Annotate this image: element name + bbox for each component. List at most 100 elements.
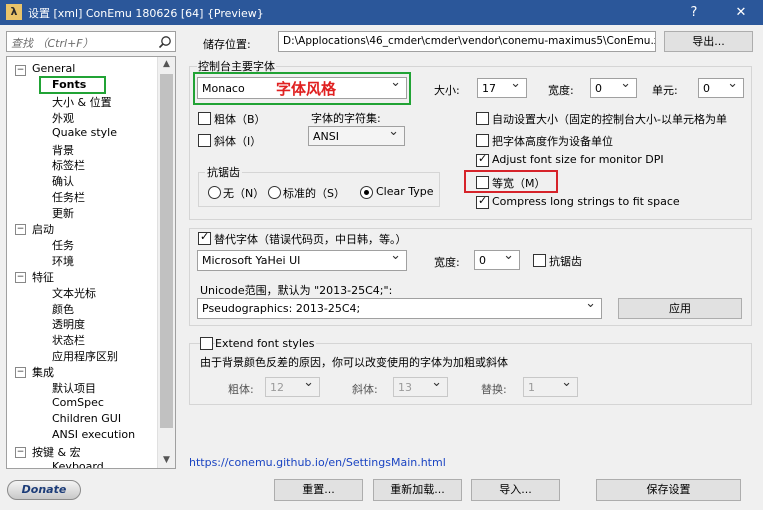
close-button[interactable]: ✕ bbox=[726, 0, 756, 25]
tree-item[interactable]: 大小 & 位置 bbox=[52, 94, 112, 110]
italic-checkbox[interactable] bbox=[198, 134, 211, 147]
tree-item[interactable]: Keyboard bbox=[52, 460, 104, 469]
ext-bold-value: 12 bbox=[270, 381, 284, 394]
monospace-label: 等宽（M） bbox=[492, 177, 546, 190]
adjust-dpi-checkbox[interactable] bbox=[476, 152, 489, 167]
alt-font-select[interactable]: Microsoft YaHei UI bbox=[197, 248, 407, 271]
conemu-app-icon: λ bbox=[6, 4, 22, 20]
help-button[interactable]: ? bbox=[679, 0, 709, 25]
tree-item[interactable]: 特征 bbox=[32, 269, 54, 285]
width-select[interactable]: 0 bbox=[590, 76, 637, 98]
ext-replace-label: 替换: bbox=[481, 383, 507, 396]
tree-item[interactable]: 背景 bbox=[52, 142, 74, 158]
reload-button[interactable]: 重新加载... bbox=[373, 479, 462, 501]
ext-bold-select[interactable]: 12 bbox=[265, 375, 320, 397]
bold-checkbox[interactable] bbox=[198, 112, 211, 125]
tree-expander-icon[interactable]: − bbox=[15, 224, 26, 235]
cell-label: 单元: bbox=[652, 84, 678, 97]
main-font-select[interactable]: Monaco 字体风格 bbox=[197, 75, 407, 99]
tree-item[interactable]: 确认 bbox=[52, 173, 74, 189]
auto-size-checkbox[interactable] bbox=[476, 112, 489, 125]
ext-font-label: Extend font styles bbox=[215, 337, 317, 350]
tree-item[interactable]: 标签栏 bbox=[52, 157, 85, 173]
tree-item[interactable]: 外观 bbox=[52, 110, 74, 126]
alt-width-value: 0 bbox=[479, 254, 486, 267]
scroll-down-icon[interactable]: ▼ bbox=[158, 453, 175, 468]
tree-item[interactable]: 应用程序区别 bbox=[52, 348, 118, 364]
tree-item[interactable]: 按键 & 宏 bbox=[32, 444, 81, 460]
alt-antialias-checkbox[interactable] bbox=[533, 254, 546, 267]
width-label: 宽度: bbox=[548, 84, 574, 97]
tree-item[interactable]: General bbox=[32, 62, 75, 75]
search-placeholder: 查找 （Ctrl+F） bbox=[11, 37, 94, 50]
size-select[interactable]: 17 bbox=[477, 76, 527, 98]
cell-select[interactable]: 0 bbox=[698, 76, 744, 98]
tree-item[interactable]: Fonts bbox=[52, 78, 86, 91]
apply-button[interactable]: 应用 bbox=[618, 298, 742, 319]
tree-item[interactable]: 更新 bbox=[52, 205, 74, 221]
ext-replace-select[interactable]: 1 bbox=[523, 375, 578, 397]
tree-item[interactable]: ComSpec bbox=[52, 396, 104, 409]
import-button[interactable]: 导入... bbox=[471, 479, 560, 501]
alt-font-label: 替代字体（错误代码页，中日韩，等。） bbox=[214, 231, 409, 247]
tree-item[interactable]: 状态栏 bbox=[52, 332, 85, 348]
settings-tree[interactable]: − General Fonts 大小 & 位置 外观 Quake style 背景 标签栏 确认… bbox=[6, 56, 176, 469]
size-value: 17 bbox=[482, 82, 496, 95]
tree-expander-icon[interactable]: − bbox=[15, 446, 26, 458]
antialias-standard-radio[interactable] bbox=[268, 186, 281, 199]
tree-scrollbar[interactable]: ▲ ▼ bbox=[157, 57, 175, 468]
italic-label: 斜体（I） bbox=[214, 135, 262, 148]
storage-path-field[interactable]: D:\Applocations\46_cmder\cmder\vendor\co… bbox=[278, 31, 656, 52]
tree-expander-icon[interactable]: − bbox=[15, 367, 26, 379]
donate-button[interactable]: Donate bbox=[7, 480, 81, 500]
tree-item[interactable]: 任务 bbox=[52, 237, 74, 253]
charset-select[interactable]: ANSI bbox=[308, 124, 405, 146]
help-link[interactable]: https://conemu.github.io/en/SettingsMain… bbox=[189, 456, 446, 469]
font-height-units-label: 把字体高度作为设备单位 bbox=[492, 135, 613, 148]
compress-checkbox[interactable] bbox=[476, 194, 489, 209]
adjust-dpi-label: Adjust font size for monitor DPI bbox=[492, 153, 664, 166]
width-value: 0 bbox=[595, 82, 602, 95]
antialias-none-label: 无（N） bbox=[223, 187, 265, 200]
export-button[interactable]: 导出... bbox=[664, 31, 753, 52]
alt-font-value: Microsoft YaHei UI bbox=[202, 254, 301, 267]
tree-item[interactable]: 任务栏 bbox=[52, 189, 85, 205]
reset-button[interactable]: 重置... bbox=[274, 479, 363, 501]
tree-item[interactable]: 颜色 bbox=[52, 301, 74, 317]
font-height-units-checkbox[interactable] bbox=[476, 134, 489, 147]
save-settings-button[interactable]: 保存设置 bbox=[596, 479, 741, 501]
tree-item[interactable]: ANSI execution bbox=[52, 428, 135, 441]
antialias-cleartype-label: Clear Type bbox=[376, 185, 434, 198]
tree-item[interactable]: 透明度 bbox=[52, 316, 85, 332]
antialias-cleartype-radio[interactable] bbox=[360, 186, 373, 199]
scroll-up-icon[interactable]: ▲ bbox=[158, 57, 175, 72]
charset-value: ANSI bbox=[313, 130, 339, 143]
cell-value: 0 bbox=[703, 82, 710, 95]
ext-font-checkbox[interactable] bbox=[200, 337, 213, 350]
search-icon[interactable] bbox=[158, 35, 172, 49]
scroll-thumb[interactable] bbox=[160, 74, 173, 428]
ext-italic-select[interactable]: 13 bbox=[393, 375, 448, 397]
monospace-checkbox[interactable] bbox=[476, 176, 489, 189]
unicode-range-label: Unicode范围，默认为 "2013-25C4;": bbox=[200, 284, 393, 297]
storage-label: 储存位置: bbox=[203, 38, 251, 51]
unicode-range-select[interactable]: Pseudographics: 2013-25C4; bbox=[197, 296, 602, 319]
tree-item[interactable]: Quake style bbox=[52, 126, 117, 139]
tree-item[interactable]: 启动 bbox=[32, 221, 54, 237]
search-box[interactable]: 查找 （Ctrl+F） bbox=[6, 31, 176, 52]
tree-item[interactable]: 默认项目 bbox=[52, 380, 96, 396]
tree-item[interactable]: 集成 bbox=[32, 364, 54, 380]
tree-expander-icon[interactable]: − bbox=[15, 271, 26, 283]
ext-italic-value: 13 bbox=[398, 381, 412, 394]
alt-width-select[interactable]: 0 bbox=[474, 248, 520, 270]
tree-item[interactable]: 文本光标 bbox=[52, 285, 96, 301]
antialias-standard-label: 标准的（S） bbox=[283, 187, 345, 200]
antialias-none-radio[interactable] bbox=[208, 186, 221, 199]
storage-path-value: D:\Applocations\46_cmder\cmder\vendor\co… bbox=[283, 35, 656, 47]
tree-item[interactable]: 环境 bbox=[52, 253, 74, 269]
charset-label: 字体的字符集: bbox=[311, 112, 381, 125]
alt-font-checkbox[interactable] bbox=[198, 230, 211, 245]
tree-item[interactable]: Children GUI bbox=[52, 412, 121, 425]
tree-expander-icon[interactable]: − bbox=[15, 65, 26, 76]
auto-size-label-clip: 自动设置大小（固定的控制台大小-以单元格为单 bbox=[492, 111, 743, 127]
